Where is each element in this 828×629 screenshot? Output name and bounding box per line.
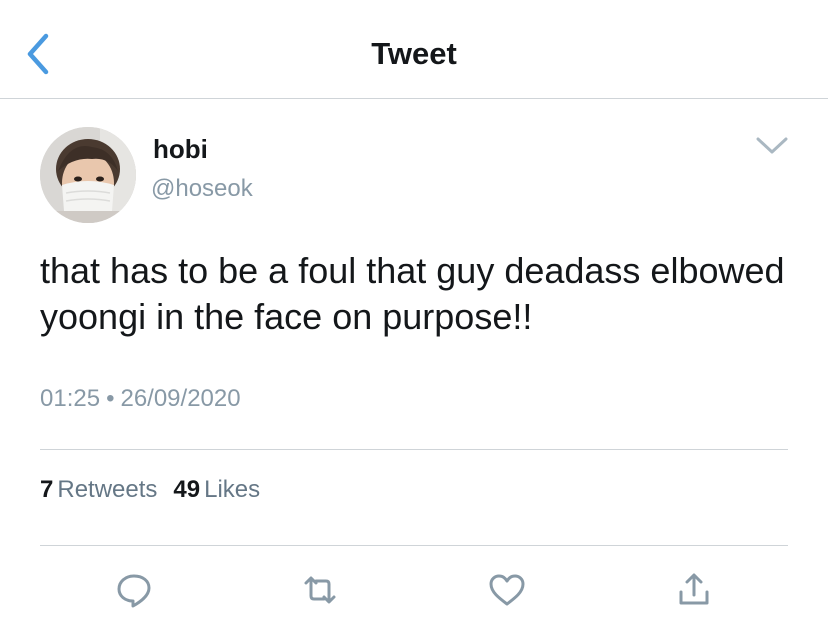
retweet-button[interactable]: [298, 568, 342, 612]
tweet-date: 26/09/2020: [120, 385, 241, 412]
tweet-timestamp: 01:25 • 26/09/2020: [40, 385, 241, 413]
likes-label: Likes: [204, 476, 261, 503]
author-handle[interactable]: @hoseok: [151, 175, 253, 203]
like-icon: [489, 574, 525, 606]
top-bar: Tweet: [0, 0, 828, 99]
avatar-photo: [40, 127, 136, 223]
author-display-name[interactable]: hobi: [153, 134, 208, 165]
reply-button[interactable]: [112, 568, 156, 612]
retweets-stat[interactable]: 7 Retweets: [40, 476, 157, 503]
likes-count: 49: [173, 476, 201, 503]
avatar[interactable]: [40, 127, 136, 223]
tweet-text: that has to be a foul that guy deadass e…: [40, 250, 785, 337]
retweet-icon: [304, 576, 336, 604]
divider: [40, 545, 788, 546]
divider: [40, 449, 788, 450]
tweet-stats: 7 Retweets 49 Likes: [40, 476, 260, 504]
share-button[interactable]: [672, 568, 716, 612]
likes-stat[interactable]: 49 Likes: [173, 476, 260, 503]
share-icon: [679, 573, 709, 605]
more-options-button[interactable]: [754, 133, 790, 157]
retweets-label: Retweets: [57, 476, 158, 503]
like-button[interactable]: [485, 568, 529, 612]
reply-icon: [117, 574, 151, 608]
page-title: Tweet: [371, 36, 457, 71]
tweet-time: 01:25: [40, 385, 101, 412]
separator-dot: •: [106, 385, 115, 412]
retweets-count: 7: [40, 476, 54, 503]
tweet-detail-screen: Tweet hobi @hoseok that has to be a foul…: [0, 0, 828, 629]
chevron-down-icon: [756, 137, 788, 154]
